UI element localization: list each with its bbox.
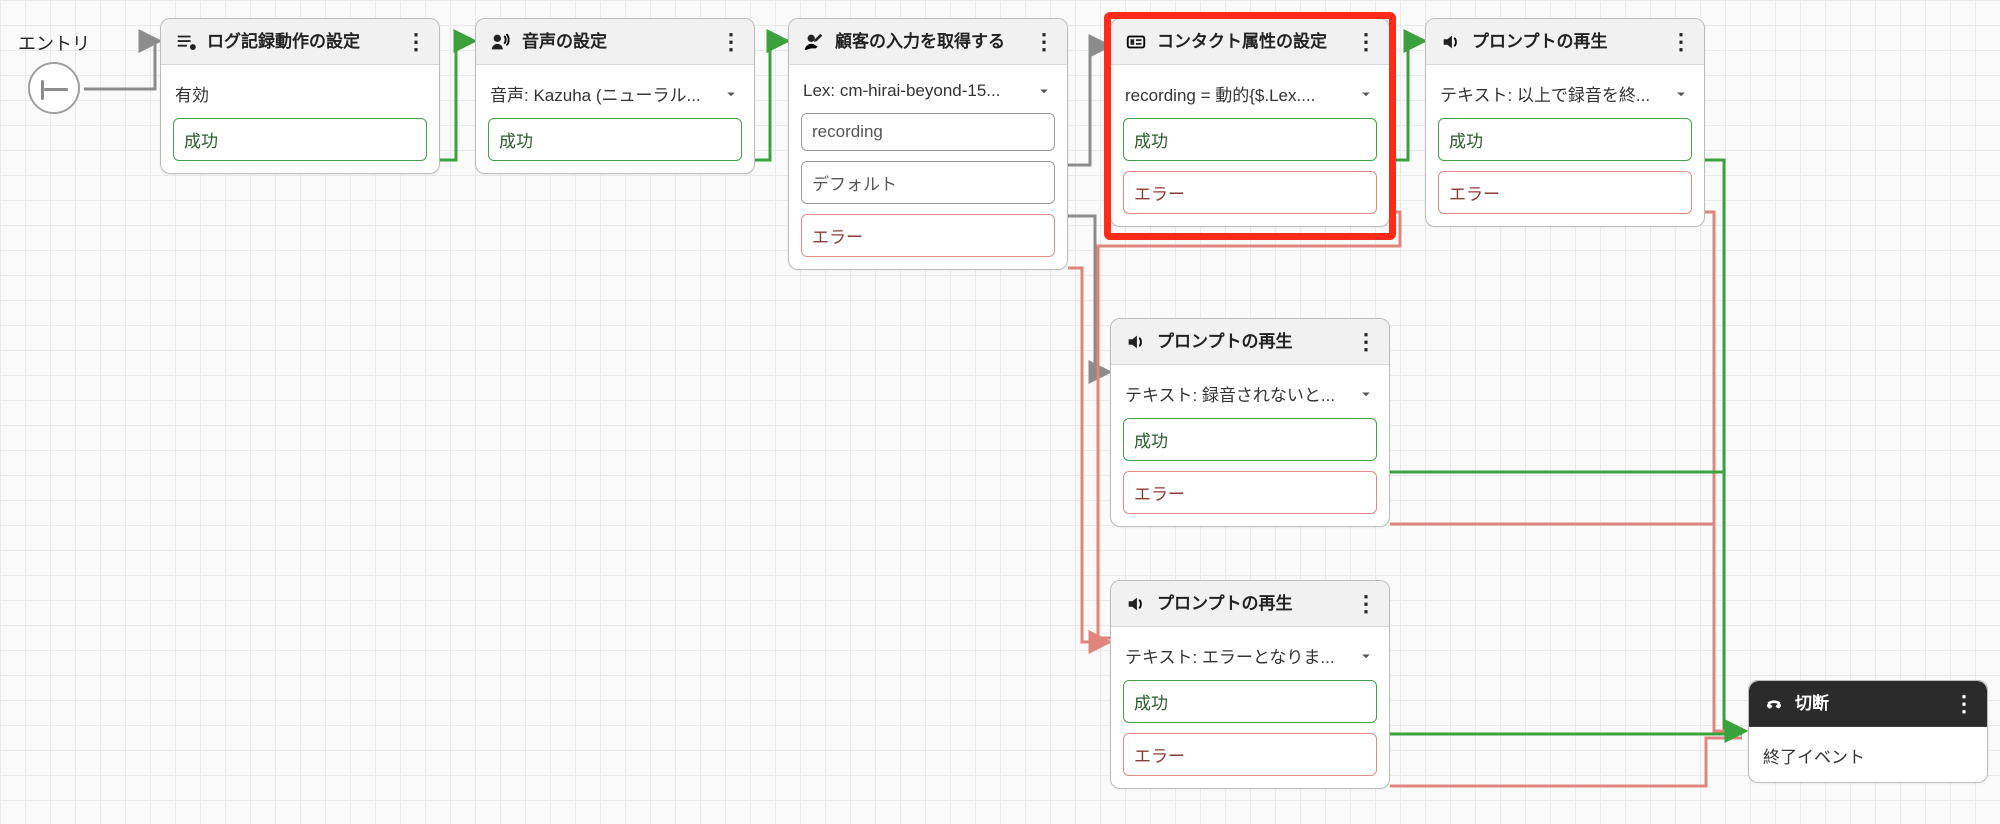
kebab-icon[interactable] bbox=[1033, 31, 1055, 53]
speaker-icon bbox=[1125, 593, 1147, 615]
kebab-icon[interactable] bbox=[720, 31, 742, 53]
kebab-icon[interactable] bbox=[1670, 31, 1692, 53]
node-summary-text: テキスト: 以上で録音を終... bbox=[1440, 81, 1650, 106]
branch-error[interactable]: エラー bbox=[1438, 171, 1692, 214]
kebab-icon[interactable] bbox=[1355, 331, 1377, 353]
input-icon bbox=[803, 31, 825, 53]
node-title: ログ記録動作の設定 bbox=[207, 31, 395, 52]
node-voice-settings[interactable]: 音声の設定 音声: Kazuha (ニューラル... 成功 bbox=[475, 18, 755, 174]
branch-recording[interactable]: recording bbox=[801, 113, 1055, 151]
speaker-icon bbox=[1125, 331, 1147, 353]
branch-success[interactable]: 成功 bbox=[488, 118, 742, 161]
attributes-icon bbox=[1125, 31, 1147, 53]
branch-error[interactable]: エラー bbox=[1123, 733, 1377, 776]
kebab-icon[interactable] bbox=[1355, 593, 1377, 615]
chevron-down-icon bbox=[1035, 82, 1053, 100]
chevron-down-icon bbox=[1672, 85, 1690, 103]
branch-success[interactable]: 成功 bbox=[1123, 418, 1377, 461]
chevron-down-icon bbox=[722, 85, 740, 103]
node-summary[interactable]: 有効 bbox=[173, 75, 427, 108]
node-summary[interactable]: Lex: cm-hirai-beyond-15... bbox=[801, 75, 1055, 103]
node-play-prompt-2[interactable]: プロンプトの再生 テキスト: 録音されないと... 成功 エラー bbox=[1110, 318, 1390, 527]
node-summary[interactable]: recording = 動的{$.Lex.... bbox=[1123, 75, 1377, 108]
branch-success[interactable]: 成功 bbox=[173, 118, 427, 161]
node-summary-text: 音声: Kazuha (ニューラル... bbox=[490, 81, 701, 106]
node-summary-text: Lex: cm-hirai-beyond-15... bbox=[803, 81, 1000, 101]
chevron-down-icon bbox=[1357, 647, 1375, 665]
node-title: 顧客の入力を取得する bbox=[835, 31, 1023, 52]
branch-error[interactable]: エラー bbox=[1123, 171, 1377, 214]
node-title: プロンプトの再生 bbox=[1157, 593, 1345, 614]
branch-success[interactable]: 成功 bbox=[1123, 680, 1377, 723]
kebab-icon[interactable] bbox=[1953, 693, 1975, 715]
branch-success[interactable]: 成功 bbox=[1438, 118, 1692, 161]
log-icon bbox=[175, 31, 197, 53]
node-title: 切断 bbox=[1795, 693, 1943, 714]
node-summary-text: テキスト: 録音されないと... bbox=[1125, 381, 1335, 406]
branch-default[interactable]: デフォルト bbox=[801, 161, 1055, 204]
node-log-settings[interactable]: ログ記録動作の設定 有効 成功 bbox=[160, 18, 440, 174]
node-summary-text: recording = 動的{$.Lex.... bbox=[1125, 81, 1315, 106]
branch-error[interactable]: エラー bbox=[801, 214, 1055, 257]
node-title: プロンプトの再生 bbox=[1472, 31, 1660, 52]
node-disconnect[interactable]: 切断 終了イベント bbox=[1748, 680, 1988, 783]
node-summary[interactable]: テキスト: 録音されないと... bbox=[1123, 375, 1377, 408]
speaker-icon bbox=[1440, 31, 1462, 53]
kebab-icon[interactable] bbox=[1355, 31, 1377, 53]
node-title: プロンプトの再生 bbox=[1157, 331, 1345, 352]
node-title: コンタクト属性の設定 bbox=[1157, 31, 1345, 52]
node-set-contact-attributes[interactable]: コンタクト属性の設定 recording = 動的{$.Lex.... 成功 エ… bbox=[1110, 18, 1390, 227]
voice-icon bbox=[490, 31, 512, 53]
node-summary-text: テキスト: エラーとなりま... bbox=[1125, 643, 1335, 668]
node-summary: 終了イベント bbox=[1761, 737, 1975, 770]
node-play-prompt-3[interactable]: プロンプトの再生 テキスト: エラーとなりま... 成功 エラー bbox=[1110, 580, 1390, 789]
chevron-down-icon bbox=[1357, 85, 1375, 103]
node-play-prompt-1[interactable]: プロンプトの再生 テキスト: 以上で録音を終... 成功 エラー bbox=[1425, 18, 1705, 227]
node-summary[interactable]: テキスト: エラーとなりま... bbox=[1123, 637, 1377, 670]
branch-success[interactable]: 成功 bbox=[1123, 118, 1377, 161]
node-summary[interactable]: テキスト: 以上で録音を終... bbox=[1438, 75, 1692, 108]
entry-node[interactable]: エントリ bbox=[18, 30, 90, 114]
entry-icon bbox=[28, 62, 80, 114]
node-summary[interactable]: 音声: Kazuha (ニューラル... bbox=[488, 75, 742, 108]
node-get-customer-input[interactable]: 顧客の入力を取得する Lex: cm-hirai-beyond-15... re… bbox=[788, 18, 1068, 270]
node-summary-text: 終了イベント bbox=[1763, 743, 1865, 768]
node-summary-text: 有効 bbox=[175, 81, 209, 106]
entry-label: エントリ bbox=[18, 30, 90, 56]
node-title: 音声の設定 bbox=[522, 31, 710, 52]
kebab-icon[interactable] bbox=[405, 31, 427, 53]
branch-error[interactable]: エラー bbox=[1123, 471, 1377, 514]
chevron-down-icon bbox=[1357, 385, 1375, 403]
disconnect-icon bbox=[1763, 693, 1785, 715]
